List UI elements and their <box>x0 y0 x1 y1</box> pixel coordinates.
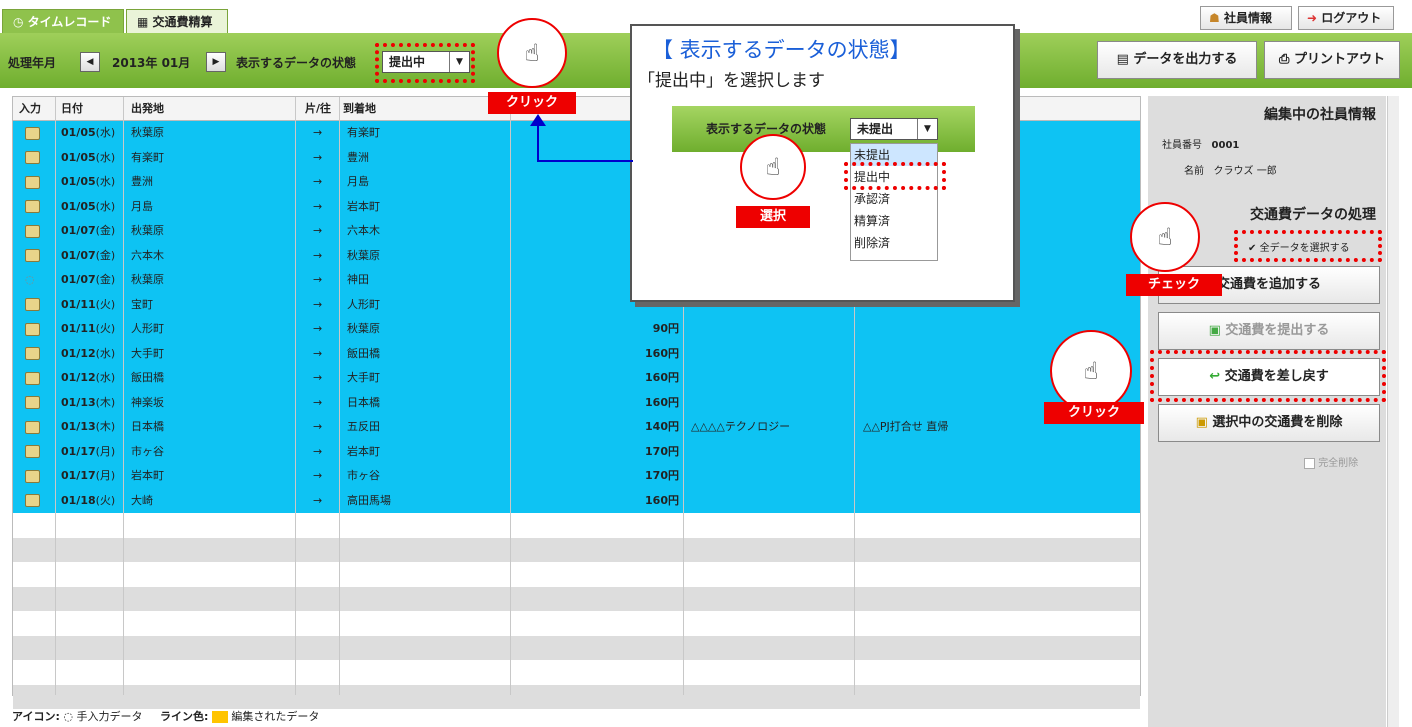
callout-click: クリック <box>1044 402 1144 424</box>
section-title: 交通費データの処理 <box>1250 207 1376 223</box>
arrow-head-icon <box>530 114 546 126</box>
stopwatch-icon: ◌ <box>63 710 73 723</box>
table-row[interactable]: 01/17(月) 岩本町 → 市ヶ谷 170円 <box>13 464 1140 489</box>
users-icon: ☗ <box>1209 11 1220 25</box>
card-icon <box>25 298 40 311</box>
card-icon <box>25 396 40 409</box>
empty-row <box>13 586 1140 611</box>
card-icon <box>25 347 40 360</box>
employee-panel: 編集中の社員情報 社員番号 0001 名前 クラウズ 一郎 交通費データの処理 … <box>1148 96 1386 727</box>
popup-options: 未提出 提出中 承認済 精算済 削除済 <box>850 143 938 261</box>
card-icon <box>25 469 40 483</box>
hand-pointer-icon: ☝ <box>1130 202 1200 272</box>
empty-row <box>13 513 1140 538</box>
highlight-option <box>844 162 946 190</box>
highlight-revert <box>1150 350 1386 402</box>
stopwatch-icon: ◌ <box>25 273 35 286</box>
hand-pointer-icon: ☝ <box>740 134 806 200</box>
name-label: 名前 <box>1184 166 1204 177</box>
table-row[interactable]: 01/11(火) 人形町 → 秋葉原 90円 <box>13 317 1140 342</box>
empty-row <box>13 562 1140 587</box>
card-icon <box>25 200 40 213</box>
highlight-select-all <box>1234 230 1382 262</box>
status-label: 表示するデータの状態 <box>236 56 357 70</box>
chevron-down-icon: ▼ <box>917 119 937 139</box>
hand-pointer-icon: ☝ <box>497 18 567 88</box>
card-icon <box>25 224 40 238</box>
trash-icon: ▣ <box>1195 415 1208 430</box>
card-icon <box>25 151 40 164</box>
triangle-left-icon: ◀ <box>86 57 94 67</box>
period-value: 2013年 01月 <box>112 56 191 70</box>
card-icon <box>25 322 40 336</box>
card-icon <box>25 249 40 262</box>
empty-row <box>13 684 1140 709</box>
option-approved[interactable]: 承認済 <box>851 188 937 210</box>
yellow-swatch <box>211 711 228 723</box>
printer-icon: ⎙ <box>1279 52 1290 67</box>
tab-time-record[interactable]: ◷ タイムレコード <box>2 9 124 33</box>
logout-button[interactable]: ➜ ログアウト <box>1298 6 1394 30</box>
logout-icon: ➜ <box>1307 11 1318 25</box>
tutorial-popup: 【 表示するデータの状態】 「提出中」を選択します 表示するデータの状態 未提出… <box>630 24 1015 302</box>
empty-row <box>13 611 1140 636</box>
col-input: 入力 <box>19 102 41 115</box>
popup-subtitle: 「提出中」を選択します <box>638 71 825 91</box>
scrollbar[interactable] <box>1387 96 1399 727</box>
arrow-line <box>537 160 633 162</box>
callout-check: チェック <box>1126 274 1222 296</box>
clock-icon: ◷ <box>13 15 24 29</box>
col-date: 日付 <box>61 102 83 115</box>
employee-info-button[interactable]: ☗ 社員情報 <box>1200 6 1292 30</box>
table-row[interactable]: 01/12(水) 大手町 → 飯田橋 160円 <box>13 341 1140 366</box>
submit-icon: ▣ <box>1208 323 1221 338</box>
callout-click: クリック <box>488 92 576 114</box>
table-row[interactable]: 01/18(火) 大崎 → 高田馬場 160円 <box>13 488 1140 513</box>
card-icon <box>25 494 40 507</box>
highlight-status-select <box>375 43 475 83</box>
col-from: 出発地 <box>131 102 164 115</box>
document-icon: ▤ <box>1116 52 1129 67</box>
period-label: 処理年月 <box>8 56 57 70</box>
tab-transport-expense[interactable]: ▦ 交通費精算 <box>126 9 228 33</box>
card-icon <box>25 420 40 434</box>
table-row[interactable]: 01/12(水) 飯田橋 → 大手町 160円 <box>13 366 1140 391</box>
hand-pointer-icon: ☝ <box>1050 330 1132 412</box>
submit-expense-button[interactable]: ▣ 交通費を提出する <box>1158 312 1380 350</box>
calculator-icon: ▦ <box>137 15 149 29</box>
arrow-line <box>537 124 539 162</box>
popup-status-select[interactable]: 未提出 ▼ <box>850 118 938 140</box>
emp-no-label: 社員番号 <box>1162 140 1202 151</box>
table-row[interactable]: 01/13(木) 神楽坂 → 日本橋 160円 <box>13 390 1140 415</box>
card-icon <box>25 371 40 385</box>
emp-no-value: 0001 <box>1211 140 1240 151</box>
table-row[interactable]: 01/17(月) 市ヶ谷 → 岩本町 170円 <box>13 439 1140 464</box>
table-row[interactable]: 01/13(木) 日本橋 → 五反田 140円 △△△△テクノロジー △△PJ打合せ 直帰 <box>13 415 1140 440</box>
empty-row <box>13 635 1140 660</box>
print-button[interactable]: ⎙ プリントアウト <box>1264 41 1400 79</box>
option-deleted[interactable]: 削除済 <box>851 232 937 254</box>
col-direction: 片/往 <box>305 102 332 115</box>
empty-row <box>13 660 1140 685</box>
callout-select: 選択 <box>736 206 810 228</box>
empty-row <box>13 537 1140 562</box>
panel-title: 編集中の社員情報 <box>1264 107 1376 123</box>
card-icon <box>25 445 40 458</box>
prev-month-button[interactable]: ◀ <box>80 52 100 72</box>
popup-title: 【 表示するデータの状態】 <box>652 38 911 62</box>
triangle-right-icon: ▶ <box>212 57 220 67</box>
card-icon <box>25 126 40 140</box>
option-settled[interactable]: 精算済 <box>851 210 937 232</box>
legend: アイコン: ◌ 手入力データ ライン色: 編集されたデータ <box>12 710 320 723</box>
col-to: 到着地 <box>343 102 376 115</box>
export-button[interactable]: ▤ データを出力する <box>1097 41 1257 79</box>
card-icon <box>25 175 40 189</box>
full-delete-checkbox[interactable]: 完全削除 <box>1304 454 1358 469</box>
next-month-button[interactable]: ▶ <box>206 52 226 72</box>
delete-selected-button[interactable]: ▣ 選択中の交通費を削除 <box>1158 404 1380 442</box>
name-value: クラウズ 一郎 <box>1213 166 1277 177</box>
checkbox-icon <box>1304 457 1315 469</box>
